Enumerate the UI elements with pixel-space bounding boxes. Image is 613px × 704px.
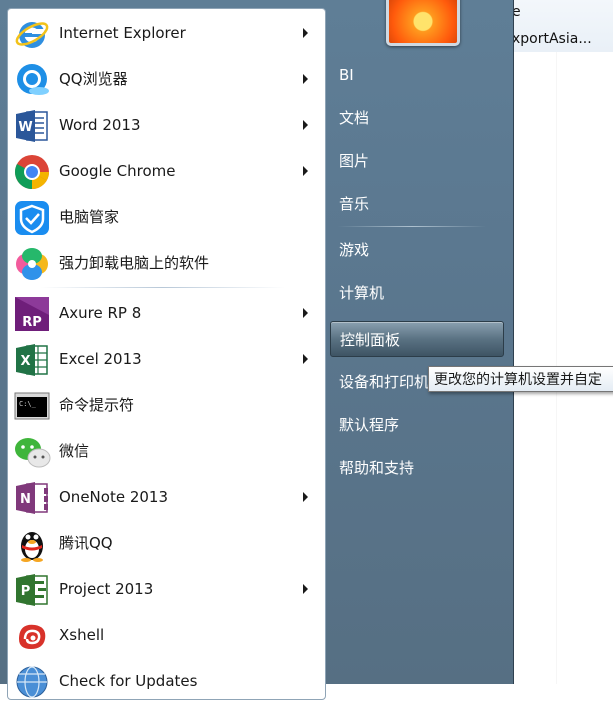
program-list-divider <box>40 287 285 288</box>
program-item-uninstaller[interactable]: 强力卸载电脑上的软件 <box>9 240 322 286</box>
pc-manager-icon <box>13 199 51 237</box>
program-item-check-for-updates[interactable]: Check for Updates <box>9 658 322 704</box>
start-menu: Internet Explorer QQ浏览器 W Word 2013 Goog… <box>0 0 514 700</box>
program-item-qq-browser[interactable]: QQ浏览器 <box>9 56 322 102</box>
word-icon: W <box>13 107 51 145</box>
excel-icon: X <box>13 341 51 379</box>
program-label: 电脑管家 <box>59 208 120 226</box>
qq-penguin-icon <box>13 525 51 563</box>
program-label: Internet Explorer <box>59 24 186 42</box>
program-label: Axure RP 8 <box>59 304 142 322</box>
program-item-onenote[interactable]: N OneNote 2013 <box>9 474 322 520</box>
program-label: Excel 2013 <box>59 350 142 368</box>
right-item-help-support[interactable]: 帮助和支持 <box>330 450 504 486</box>
right-pane-divider <box>338 226 486 227</box>
svg-text:RP: RP <box>22 315 42 330</box>
xshell-icon <box>13 617 51 655</box>
right-item-pictures[interactable]: 图片 <box>330 143 504 179</box>
program-item-google-chrome[interactable]: Google Chrome <box>9 148 322 194</box>
program-item-word[interactable]: W Word 2013 <box>9 102 322 148</box>
program-label: Xshell <box>59 626 105 644</box>
user-account-picture[interactable] <box>386 0 460 46</box>
program-label: Project 2013 <box>59 580 154 598</box>
right-item-default-programs[interactable]: 默认程序 <box>330 407 504 443</box>
globe-update-icon <box>13 663 51 701</box>
uninstaller-icon <box>13 245 51 283</box>
program-label: OneNote 2013 <box>59 488 168 506</box>
program-item-tencent-qq[interactable]: 腾讯QQ <box>9 520 322 566</box>
program-item-xshell[interactable]: Xshell <box>9 612 322 658</box>
project-icon: P <box>13 571 51 609</box>
submenu-arrow-icon[interactable] <box>303 308 308 318</box>
program-label: 命令提示符 <box>59 396 135 414</box>
submenu-arrow-icon[interactable] <box>303 354 308 364</box>
right-item-control-panel[interactable]: 控制面板 <box>330 321 504 357</box>
wechat-icon <box>13 433 51 471</box>
cmd-icon: C:\_ <box>13 387 51 425</box>
right-item-music[interactable]: 音乐 <box>330 186 504 222</box>
submenu-arrow-icon[interactable] <box>303 584 308 594</box>
svg-text:X: X <box>20 354 30 369</box>
program-item-pc-manager[interactable]: 电脑管家 <box>9 194 322 240</box>
background-file-name[interactable]: e <box>512 1 612 23</box>
control-panel-tooltip: 更改您的计算机设置并自定 <box>428 366 613 392</box>
right-item-games[interactable]: 游戏 <box>330 232 504 268</box>
program-label: Google Chrome <box>59 162 176 180</box>
right-item-bi[interactable]: BI <box>330 57 504 93</box>
program-label: 微信 <box>59 442 90 460</box>
submenu-arrow-icon[interactable] <box>303 74 308 84</box>
program-item-command-prompt[interactable]: C:\_ 命令提示符 <box>9 382 322 428</box>
internet-explorer-icon <box>13 15 51 53</box>
program-label: QQ浏览器 <box>59 70 128 88</box>
qq-browser-icon <box>13 61 51 99</box>
background-file-name[interactable]: xportAsia... <box>512 28 612 50</box>
program-item-wechat[interactable]: 微信 <box>9 428 322 474</box>
right-item-computer[interactable]: 计算机 <box>330 275 504 311</box>
submenu-arrow-icon[interactable] <box>303 120 308 130</box>
submenu-arrow-icon[interactable] <box>303 166 308 176</box>
program-label: 强力卸载电脑上的软件 <box>59 254 210 272</box>
program-item-internet-explorer[interactable]: Internet Explorer <box>9 10 322 56</box>
onenote-icon: N <box>13 479 51 517</box>
svg-text:W: W <box>18 120 32 135</box>
program-item-axure[interactable]: RP Axure RP 8 <box>9 290 322 336</box>
axure-icon: RP <box>13 295 51 333</box>
svg-text:P: P <box>21 584 31 599</box>
program-item-project[interactable]: P Project 2013 <box>9 566 322 612</box>
program-label: 腾讯QQ <box>59 534 113 552</box>
background-file-list: e xportAsia... <box>500 0 613 684</box>
program-item-excel[interactable]: X Excel 2013 <box>9 336 322 382</box>
svg-text:C:\_: C:\_ <box>19 400 37 408</box>
chrome-icon <box>13 153 51 191</box>
svg-text:N: N <box>20 492 31 507</box>
right-item-documents[interactable]: 文档 <box>330 100 504 136</box>
submenu-arrow-icon[interactable] <box>303 28 308 38</box>
program-label: Check for Updates <box>59 672 198 690</box>
submenu-arrow-icon[interactable] <box>303 492 308 502</box>
program-label: Word 2013 <box>59 116 141 134</box>
